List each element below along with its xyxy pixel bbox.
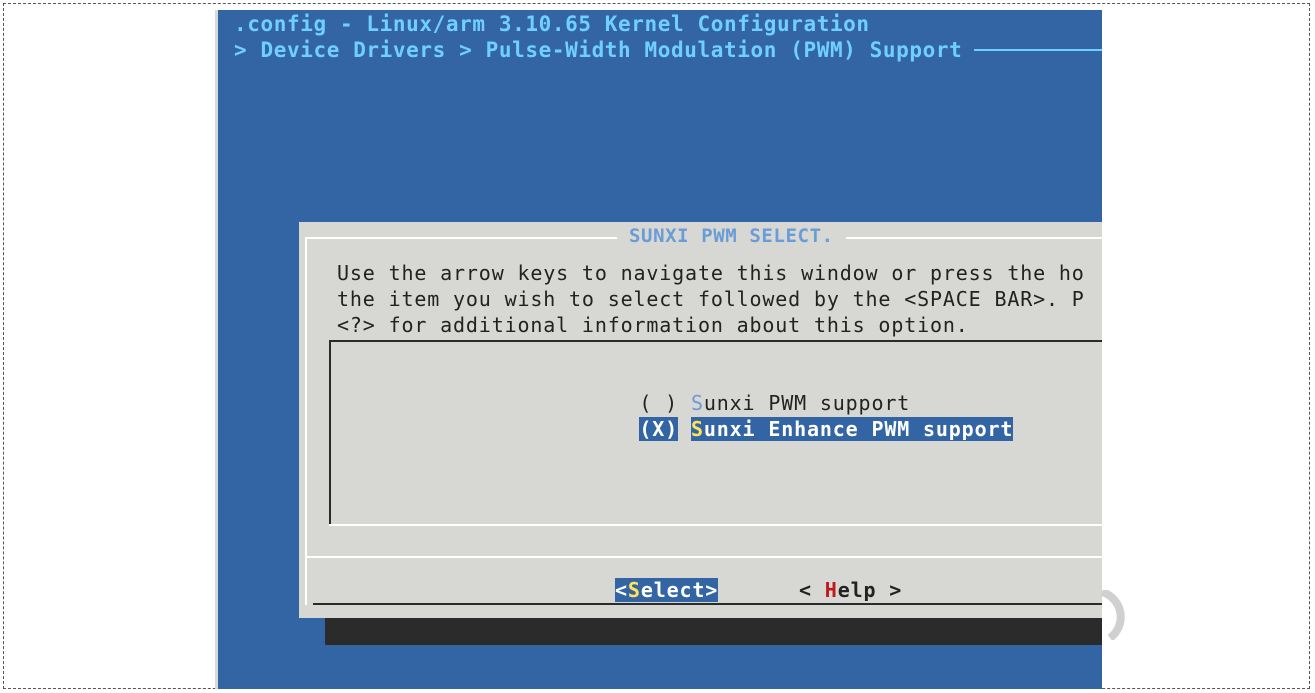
breadcrumb-rule — [974, 49, 1102, 51]
option-label: unxi Enhance PWM support — [703, 417, 1014, 441]
list-border-top — [329, 340, 1102, 342]
dialog-border-left — [305, 237, 307, 605]
option-hotkey: S — [690, 417, 704, 441]
help-line-3: <?> for additional information about thi… — [337, 313, 969, 337]
window-title: .config - Linux/arm 3.10.65 Kernel Confi… — [234, 12, 870, 36]
help-hotkey: H — [824, 578, 838, 602]
option-label-selected: Sunxi Enhance PWM support — [690, 417, 1014, 441]
select-open: < — [615, 578, 628, 602]
help-line-2: the item you wish to select followed by … — [337, 287, 1085, 311]
help-rest: elp > — [837, 578, 903, 602]
breadcrumb: > Device Drivers > Pulse-Width Modulatio… — [234, 38, 963, 62]
terminal-window: .config - Linux/arm 3.10.65 Kernel Confi… — [218, 10, 1102, 689]
option-sunxi-enhance-pwm[interactable]: (X) Sunxi Enhance PWM support — [562, 393, 1014, 465]
radio-button-selected[interactable]: (X) — [639, 417, 679, 441]
help-button[interactable]: < Help > — [799, 578, 902, 602]
dialog-border-bottom — [313, 603, 1102, 605]
help-open: < — [799, 578, 825, 602]
decorative-arc-icon — [1100, 590, 1125, 640]
select-rest: elect> — [640, 578, 719, 602]
dialog-title: SUNXI PWM SELECT. — [617, 225, 846, 247]
select-button[interactable]: <Select> — [615, 578, 719, 602]
button-separator — [305, 556, 1102, 558]
list-border-bottom — [329, 524, 1102, 526]
list-border-left — [329, 340, 331, 526]
help-line-1: Use the arrow keys to navigate this wind… — [337, 261, 1085, 285]
pwm-select-dialog: SUNXI PWM SELECT. Use the arrow keys to … — [299, 222, 1102, 618]
dialog-shadow — [325, 618, 1102, 645]
select-hotkey: S — [627, 578, 641, 602]
